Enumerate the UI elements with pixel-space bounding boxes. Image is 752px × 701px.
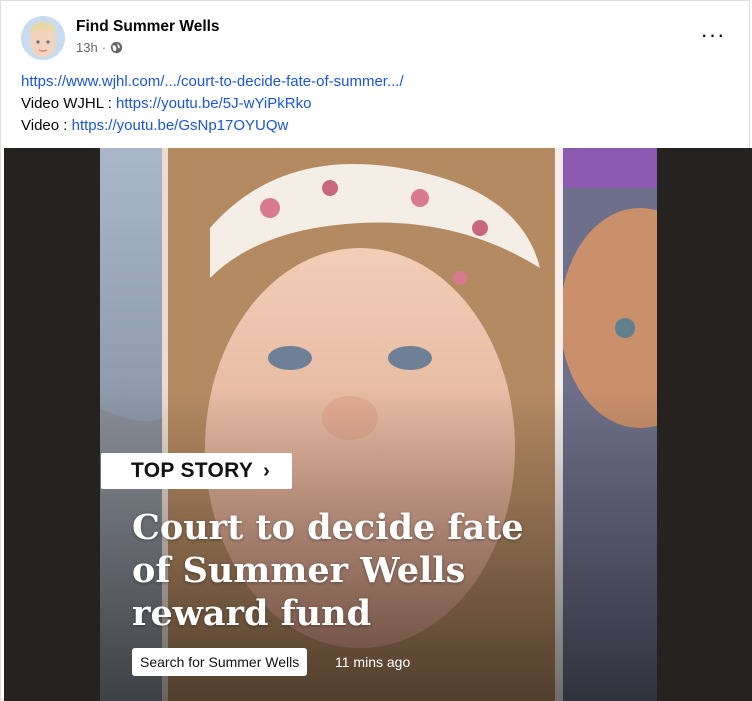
top-story-label: TOP STORY [131,459,254,482]
globe-icon[interactable] [110,41,123,54]
post-line-prefix: Video : [21,117,72,134]
more-options-icon[interactable]: ··· [695,21,731,49]
page-name[interactable]: Find Summer Wells [76,18,220,36]
post-card: Find Summer Wells 13h · ··· https://www.… [0,0,752,701]
post-line-2: Video WJHL : https://youtu.be/5J-wYiPkRk… [21,93,404,115]
post-line-prefix: Video WJHL : [21,95,117,112]
post-meta: 13h · [76,40,123,55]
post-text: https://www.wjhl.com/.../court-to-decide… [21,71,404,137]
post-line-1: https://www.wjhl.com/.../court-to-decide… [21,71,404,93]
story-time: 11 mins ago [335,654,411,670]
chevron-right-icon: › [263,459,271,482]
search-topic-button[interactable]: Search for Summer Wells [132,648,308,676]
meta-separator: · [101,40,107,55]
post-time[interactable]: 13h [76,40,98,55]
video-link-wjhl[interactable]: https://youtu.be/5J-wYiPkRko [116,95,311,112]
story-headline: Court to decide fate of Summer Wells rew… [132,507,524,634]
page-avatar[interactable] [21,16,65,60]
post-line-3: Video : https://youtu.be/GsNp17OYUQw [21,115,404,137]
top-story-badge[interactable]: TOP STORY › [101,453,292,489]
video-link[interactable]: https://youtu.be/GsNp17OYUQw [72,117,289,134]
article-link[interactable]: https://www.wjhl.com/.../court-to-decide… [21,73,404,90]
post-media[interactable]: TOP STORY › Court to decide fate of Summ… [4,148,752,701]
